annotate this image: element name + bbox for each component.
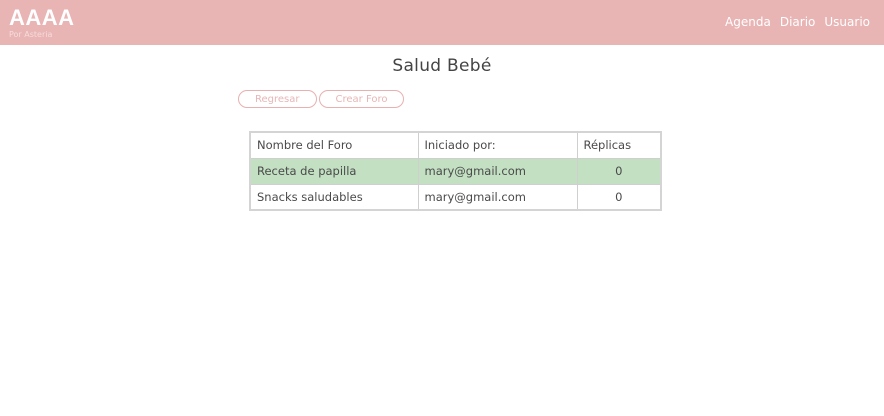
nav-link-agenda[interactable]: Agenda [725, 15, 771, 29]
table-row[interactable]: Receta de papilla mary@gmail.com 0 [249, 157, 662, 185]
header-started-by: Iniciado por: [417, 131, 578, 159]
started-by-cell: mary@gmail.com [417, 183, 578, 211]
brand[interactable]: AAAA Por Asteria [9, 7, 75, 39]
nav-link-usuario[interactable]: Usuario [824, 15, 870, 29]
nav-link-diario[interactable]: Diario [780, 15, 816, 29]
header-replies: Réplicas [576, 131, 662, 159]
header-forum-name: Nombre del Foro [249, 131, 419, 159]
create-forum-button[interactable]: Crear Foro [318, 90, 405, 108]
button-row: Regresar Crear Foro [238, 90, 405, 108]
navbar: AAAA Por Asteria Agenda Diario Usuario [0, 0, 884, 45]
nav-links: Agenda Diario Usuario [725, 15, 870, 29]
brand-subtitle: Por Asteria [9, 30, 53, 39]
replies-cell: 0 [576, 183, 662, 211]
back-button[interactable]: Regresar [238, 90, 317, 108]
started-by-cell: mary@gmail.com [417, 157, 578, 185]
forum-name-cell[interactable]: Snacks saludables [249, 183, 419, 211]
forum-table: Nombre del Foro Iniciado por: Réplicas R… [249, 131, 662, 211]
replies-cell: 0 [576, 157, 662, 185]
page-title: Salud Bebé [392, 56, 492, 76]
brand-title[interactable]: AAAA [9, 7, 75, 29]
table-row[interactable]: Snacks saludables mary@gmail.com 0 [249, 183, 662, 211]
table-header-row: Nombre del Foro Iniciado por: Réplicas [249, 131, 662, 159]
forum-name-cell[interactable]: Receta de papilla [249, 157, 419, 185]
